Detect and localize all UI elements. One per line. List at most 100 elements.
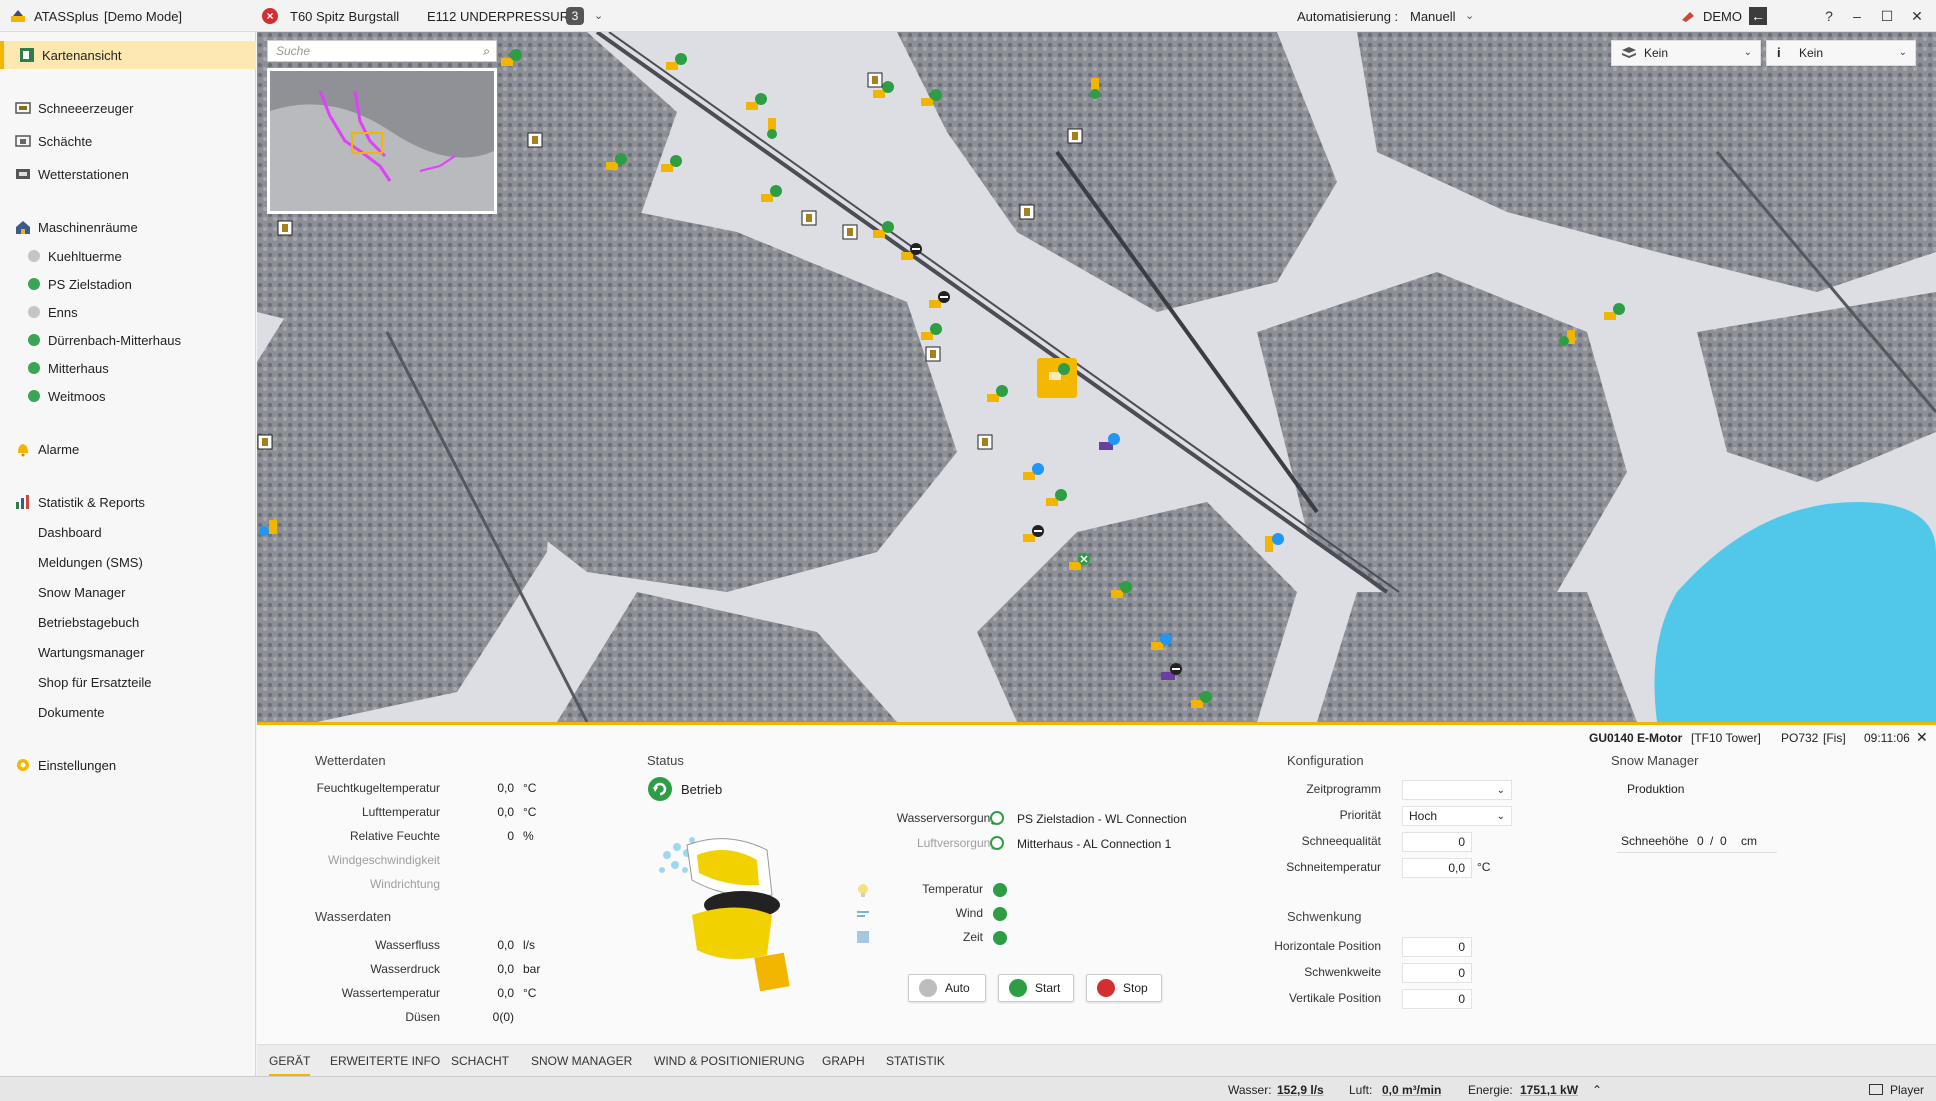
shaft-marker-icon[interactable] (257, 434, 273, 450)
shaft-marker-icon[interactable] (867, 72, 883, 88)
auto-button[interactable]: Auto (908, 974, 986, 1002)
tab-wind-positionierung[interactable]: WIND & POSITIONIERUNG (654, 1054, 805, 1068)
back-icon[interactable]: ← (1749, 7, 1767, 25)
close-button[interactable]: ✕ (1906, 5, 1928, 27)
sidebar-item-wartungsmanager[interactable]: Wartungsmanager (0, 638, 256, 666)
vertikale-position-input[interactable]: 0 (1402, 989, 1472, 1009)
sidebar-item-mitterhaus[interactable]: Mitterhaus (0, 354, 256, 382)
automation-dropdown[interactable]: Manuell (1410, 9, 1456, 24)
sidebar-item-einstellungen[interactable]: Einstellungen (0, 751, 256, 779)
tab-schacht[interactable]: SCHACHT (451, 1054, 509, 1068)
snowgun-marker-icon[interactable] (1259, 532, 1285, 558)
shaft-marker-icon[interactable] (277, 220, 293, 236)
tab-geraet[interactable]: GERÄT (269, 1054, 311, 1077)
sidebar-item-statistik[interactable]: Statistik & Reports (0, 488, 256, 516)
snowgun-marker-icon[interactable] (897, 242, 923, 268)
prioritaet-dropdown[interactable]: Hoch ⌄ (1402, 806, 1512, 826)
snowgun-marker-icon[interactable] (662, 52, 688, 78)
snowgun-marker-icon[interactable] (762, 114, 788, 140)
close-icon[interactable]: ✕ (1916, 729, 1928, 746)
tab-graph[interactable]: GRAPH (822, 1054, 865, 1068)
alarm-message[interactable]: E112 UNDERPRESSURE (427, 9, 578, 24)
snowgun-marker-icon[interactable] (1019, 524, 1045, 550)
snowgun-marker-icon[interactable] (602, 152, 628, 178)
snowgun-marker-icon[interactable] (917, 322, 943, 348)
snowgun-marker-icon[interactable] (1557, 322, 1583, 348)
snowgun-marker-icon[interactable] (1085, 74, 1111, 100)
sidebar-item-schneeerzeuger[interactable]: Schneeerzeuger (0, 94, 256, 122)
snowgun-marker-icon[interactable] (1187, 690, 1213, 716)
vertikale-position-label: Vertikale Position (1288, 991, 1381, 1005)
sidebar-item-enns[interactable]: Enns (0, 298, 256, 326)
info-dropdown[interactable]: i Kein ⌄ (1766, 40, 1916, 66)
layer-dropdown[interactable]: Kein ⌄ (1611, 40, 1761, 66)
start-button[interactable]: Start (998, 974, 1074, 1002)
tab-erweiterte-info[interactable]: ERWEITERTE INFO (330, 1054, 440, 1068)
shaft-marker-icon[interactable] (527, 132, 543, 148)
help-button[interactable]: ? (1818, 5, 1840, 27)
sidebar-item-wetterstationen[interactable]: Wetterstationen (0, 160, 256, 188)
schwenkweite-input[interactable]: 0 (1402, 963, 1472, 983)
demo-mode-label: [Demo Mode] (104, 9, 183, 24)
shaft-marker-icon[interactable] (977, 434, 993, 450)
sidebar-item-kuehltuerme[interactable]: Kuehltuerme (0, 242, 256, 270)
sidebar-item-kartenansicht[interactable]: Kartenansicht (0, 41, 256, 69)
snowgun-marker-icon[interactable] (917, 88, 943, 114)
sidebar-item-shop[interactable]: Shop für Ersatzteile (0, 668, 256, 696)
chevron-up-icon[interactable]: ⌃ (1592, 1083, 1602, 1097)
sidebar-item-alarme[interactable]: Alarme (0, 435, 256, 463)
sidebar-item-dokumente[interactable]: Dokumente (0, 698, 256, 726)
chevron-down-icon[interactable]: ⌄ (594, 9, 603, 22)
snowgun-marker-icon[interactable] (1107, 580, 1133, 606)
shaft-marker-icon[interactable] (842, 224, 858, 240)
shaft-marker-icon[interactable] (1067, 128, 1083, 144)
snowgun-marker-icon[interactable] (1095, 432, 1121, 458)
snowgun-marker-icon[interactable] (1019, 462, 1045, 488)
schneitemperatur-input[interactable]: 0,0 (1402, 858, 1472, 878)
minimize-button[interactable]: – (1846, 5, 1868, 27)
shaft-marker-icon[interactable] (801, 210, 817, 226)
maximize-button[interactable]: ☐ (1876, 5, 1898, 27)
snowgun-marker-icon[interactable] (1157, 662, 1183, 688)
shaft-marker-icon[interactable] (925, 346, 941, 362)
sidebar-item-ps-zielstadion[interactable]: PS Zielstadion (0, 270, 256, 298)
error-icon[interactable]: × (262, 8, 278, 24)
snowgun-marker-icon[interactable] (657, 154, 683, 180)
snowgun-marker-icon[interactable] (1065, 552, 1091, 578)
sidebar-item-snow-manager[interactable]: Snow Manager (0, 578, 256, 606)
alarm-device[interactable]: T60 Spitz Burgstall (290, 9, 399, 24)
sidebar-item-weitmoos[interactable]: Weitmoos (0, 382, 256, 410)
wasserversorgung-value[interactable]: PS Zielstadion - WL Connection (1017, 812, 1187, 826)
snowgun-marker-icon[interactable] (983, 384, 1009, 410)
chevron-down-icon[interactable]: ⌄ (1465, 9, 1474, 22)
player-label[interactable]: Player (1890, 1083, 1924, 1097)
snowgun-marker-icon[interactable] (869, 220, 895, 246)
search-input[interactable]: Suche ⌕ (267, 40, 497, 62)
map-view[interactable]: Suche ⌕ Kein ⌄ i Kein ⌄ (257, 32, 1936, 722)
sidebar-item-dashboard[interactable]: Dashboard (0, 518, 256, 546)
snowgun-marker-icon[interactable] (1045, 362, 1071, 388)
schneequalitaet-input[interactable]: 0 (1402, 832, 1472, 852)
tab-snow-manager[interactable]: SNOW MANAGER (531, 1054, 632, 1068)
tab-statistik[interactable]: STATISTIK (886, 1054, 945, 1068)
horizontale-position-input[interactable]: 0 (1402, 937, 1472, 957)
snowgun-marker-icon[interactable] (1600, 302, 1626, 328)
alarm-count-badge[interactable]: 3 (566, 7, 584, 25)
luftversorgung-value[interactable]: Mitterhaus - AL Connection 1 (1017, 837, 1171, 851)
snowgun-marker-icon[interactable] (925, 290, 951, 316)
sidebar-item-maschinenraeume[interactable]: Maschinenräume (0, 213, 256, 241)
snowgun-marker-icon[interactable] (757, 184, 783, 210)
snowgun-marker-icon[interactable] (1147, 632, 1173, 658)
shaft-marker-icon[interactable] (1019, 204, 1035, 220)
snowgun-marker-icon[interactable] (1042, 488, 1068, 514)
sidebar-item-schaechte[interactable]: Schächte (0, 127, 256, 155)
minimap[interactable] (267, 68, 497, 214)
snowgun-marker-icon[interactable] (257, 512, 283, 538)
sidebar-item-duerrenbach-mitterhaus[interactable]: Dürrenbach-Mitterhaus (0, 326, 256, 354)
stop-button[interactable]: Stop (1086, 974, 1162, 1002)
sidebar-item-meldungen[interactable]: Meldungen (SMS) (0, 548, 256, 576)
zeitprogramm-dropdown[interactable]: ⌄ (1402, 780, 1512, 800)
snowgun-marker-icon[interactable] (497, 48, 523, 74)
sidebar-item-betriebstagebuch[interactable]: Betriebstagebuch (0, 608, 256, 636)
search-icon[interactable]: ⌕ (483, 44, 490, 59)
